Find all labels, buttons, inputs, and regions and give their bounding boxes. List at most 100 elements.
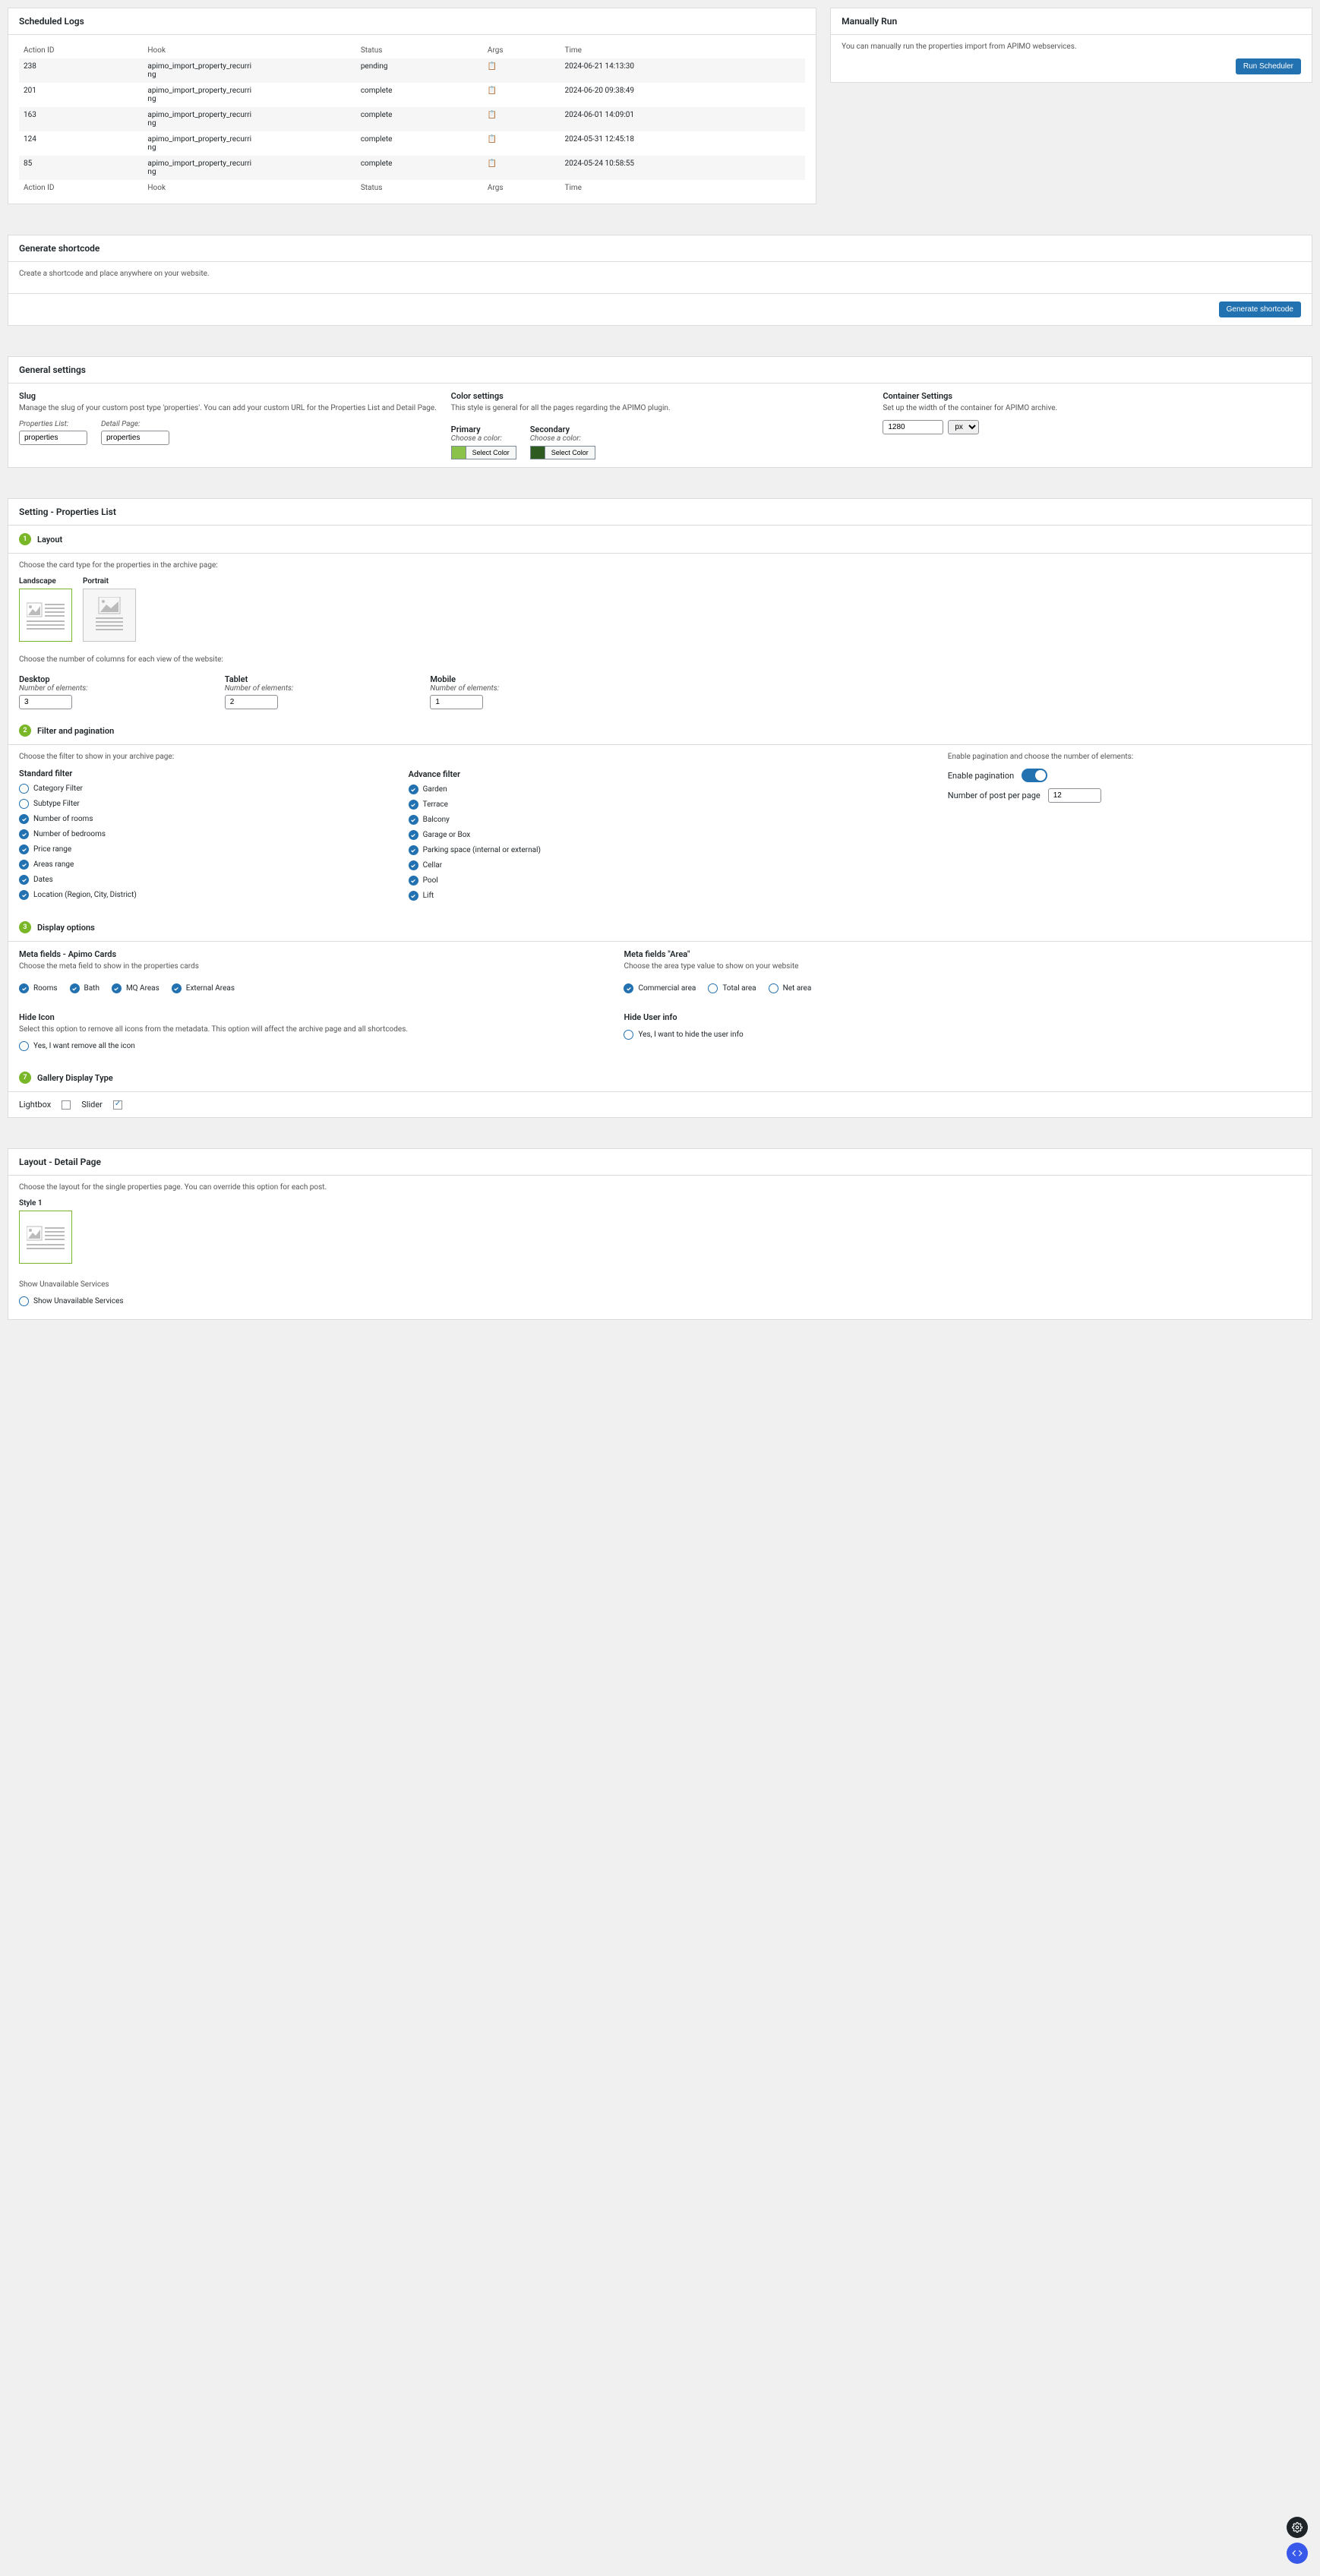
std-filter-2-checkbox[interactable] xyxy=(19,814,29,824)
color-settings-desc: This style is general for all the pages … xyxy=(451,404,870,412)
meta-1-checkbox[interactable] xyxy=(70,983,80,993)
primary-label: Primary xyxy=(451,425,516,434)
general-settings-title: General settings xyxy=(8,357,1312,384)
area-2-checkbox[interactable] xyxy=(769,983,778,993)
logs-table: Action ID Hook Status Args Time 238apimo… xyxy=(19,43,805,196)
lightbox-label: Lightbox xyxy=(19,1100,51,1110)
properties-list-input[interactable] xyxy=(19,431,87,445)
detail-page-title: Layout - Detail Page xyxy=(8,1149,1312,1176)
slug-title: Slug xyxy=(19,391,437,401)
step-3-badge: 3 xyxy=(19,921,31,933)
meta-2-checkbox[interactable] xyxy=(112,983,122,993)
desktop-label: Desktop xyxy=(19,674,88,684)
properties-list-label: Properties List: xyxy=(19,420,87,428)
step-1-label: Layout xyxy=(37,535,62,545)
manually-run-title: Manually Run xyxy=(831,8,1312,35)
tablet-columns-input[interactable] xyxy=(225,695,278,709)
hide-icon-title: Hide Icon xyxy=(19,1012,608,1022)
table-row: 85apimo_import_property_recurringcomplet… xyxy=(19,156,805,180)
step-7-label: Gallery Display Type xyxy=(37,1073,113,1083)
step-1-badge: 1 xyxy=(19,533,31,545)
run-scheduler-button[interactable]: Run Scheduler xyxy=(1236,58,1301,74)
generate-shortcode-desc: Create a shortcode and place anywhere on… xyxy=(19,270,1301,278)
meta-0-checkbox[interactable] xyxy=(19,983,29,993)
mobile-columns-input[interactable] xyxy=(430,695,483,709)
generate-shortcode-panel: Generate shortcode Create a shortcode an… xyxy=(8,235,1312,326)
code-fab[interactable] xyxy=(1287,2543,1308,2564)
scheduled-logs-panel: Scheduled Logs Action ID Hook Status Arg… xyxy=(8,8,816,204)
secondary-select-color-button[interactable]: Select Color xyxy=(545,446,595,459)
hide-icon-checkbox[interactable] xyxy=(19,1041,29,1051)
portrait-icon xyxy=(96,597,123,633)
container-settings-title: Container Settings xyxy=(883,391,1301,401)
secondary-label: Secondary xyxy=(530,425,595,434)
detail-page-input[interactable] xyxy=(101,431,169,445)
meta-3-checkbox[interactable] xyxy=(172,983,182,993)
clipboard-icon: 📋 xyxy=(488,87,497,95)
adv-filter-7-checkbox[interactable] xyxy=(409,891,418,901)
desktop-columns-input[interactable] xyxy=(19,695,72,709)
step-7-badge: 7 xyxy=(19,1072,31,1084)
posts-per-page-input[interactable] xyxy=(1048,788,1101,803)
show-unavailable-label: Show Unavailable Services xyxy=(19,1280,1301,1289)
adv-filter-0-checkbox[interactable] xyxy=(409,784,418,794)
gear-icon xyxy=(1292,2522,1303,2533)
step-2-badge: 2 xyxy=(19,724,31,737)
clipboard-icon: 📋 xyxy=(488,135,497,144)
enable-pagination-toggle[interactable] xyxy=(1022,769,1047,782)
adv-filter-5-checkbox[interactable] xyxy=(409,860,418,870)
properties-list-title: Setting - Properties List xyxy=(8,499,1312,526)
meta-fields-title: Meta fields - Apimo Cards xyxy=(19,949,608,959)
manually-run-panel: Manually Run You can manually run the pr… xyxy=(830,8,1312,83)
container-width-input[interactable] xyxy=(883,420,943,434)
detail-page-layout-panel: Layout - Detail Page Choose the layout f… xyxy=(8,1148,1312,1320)
std-filter-0-checkbox[interactable] xyxy=(19,784,29,794)
layout-portrait-option[interactable] xyxy=(83,589,136,642)
tablet-label: Tablet xyxy=(225,674,294,684)
area-1-checkbox[interactable] xyxy=(708,983,718,993)
std-filter-5-checkbox[interactable] xyxy=(19,860,29,870)
adv-filter-2-checkbox[interactable] xyxy=(409,815,418,825)
general-settings-panel: General settings Slug Manage the slug of… xyxy=(8,356,1312,468)
secondary-color-swatch[interactable] xyxy=(530,446,545,459)
landscape-icon xyxy=(27,600,65,630)
hide-user-title: Hide User info xyxy=(624,1012,1213,1022)
generate-shortcode-button[interactable]: Generate shortcode xyxy=(1219,301,1301,317)
advance-filter-title: Advance filter xyxy=(409,769,819,779)
portrait-label: Portrait xyxy=(83,577,136,586)
hide-user-checkbox[interactable] xyxy=(624,1030,633,1040)
std-filter-4-checkbox[interactable] xyxy=(19,844,29,854)
show-unavailable-checkbox[interactable] xyxy=(19,1296,29,1306)
slider-checkbox[interactable] xyxy=(113,1100,122,1110)
color-settings-title: Color settings xyxy=(451,391,870,401)
settings-fab[interactable] xyxy=(1287,2517,1308,2538)
area-fields-title: Meta fields "Area" xyxy=(624,949,1213,959)
adv-filter-6-checkbox[interactable] xyxy=(409,876,418,886)
manually-run-desc: You can manually run the properties impo… xyxy=(842,43,1301,51)
generate-shortcode-title: Generate shortcode xyxy=(8,235,1312,262)
table-row: 163apimo_import_property_recurringcomple… xyxy=(19,107,805,131)
std-filter-1-checkbox[interactable] xyxy=(19,799,29,809)
std-filter-6-checkbox[interactable] xyxy=(19,875,29,885)
adv-filter-4-checkbox[interactable] xyxy=(409,845,418,855)
enable-pagination-label: Enable pagination xyxy=(948,771,1014,781)
std-filter-3-checkbox[interactable] xyxy=(19,829,29,839)
adv-filter-3-checkbox[interactable] xyxy=(409,830,418,840)
std-filter-7-checkbox[interactable] xyxy=(19,890,29,900)
lightbox-checkbox[interactable] xyxy=(62,1100,71,1110)
adv-filter-1-checkbox[interactable] xyxy=(409,800,418,810)
primary-select-color-button[interactable]: Select Color xyxy=(466,446,516,459)
area-0-checkbox[interactable] xyxy=(624,983,633,993)
style-1-label: Style 1 xyxy=(19,1199,1301,1208)
container-unit-select[interactable]: px xyxy=(948,420,979,434)
landscape-label: Landscape xyxy=(19,577,72,586)
container-settings-desc: Set up the width of the container for AP… xyxy=(883,404,1301,412)
properties-list-settings-panel: Setting - Properties List 1 Layout Choos… xyxy=(8,498,1312,1118)
layout-style-1-option[interactable] xyxy=(19,1211,72,1264)
clipboard-icon: 📋 xyxy=(488,62,497,71)
layout-landscape-option[interactable] xyxy=(19,589,72,642)
scheduled-logs-title: Scheduled Logs xyxy=(8,8,816,35)
table-row: 201apimo_import_property_recurringcomple… xyxy=(19,83,805,107)
code-icon xyxy=(1292,2548,1303,2559)
primary-color-swatch[interactable] xyxy=(451,446,466,459)
